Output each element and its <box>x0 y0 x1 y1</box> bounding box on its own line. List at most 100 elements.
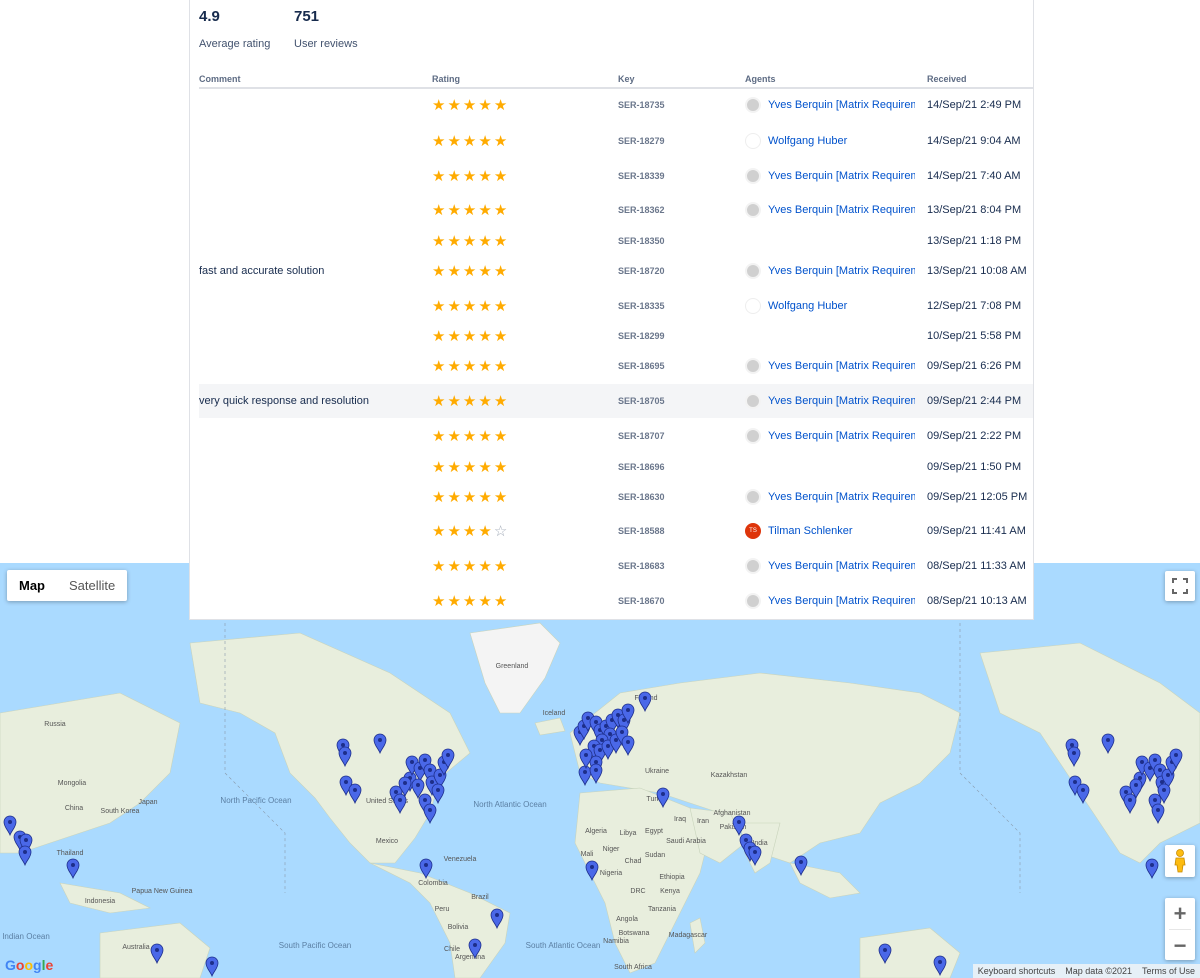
zoom-out-button[interactable]: − <box>1165 930 1195 961</box>
map-type-satellite-button[interactable]: Satellite <box>57 570 127 601</box>
table-row[interactable]: ★ ★ ★ ★ ★ SER-18299 10/Sep/21 5:58 PM <box>199 319 1033 353</box>
zoom-in-button[interactable]: + <box>1165 898 1195 929</box>
issue-key[interactable]: SER-18705 <box>618 396 665 406</box>
map-marker-dot <box>1174 753 1178 757</box>
received-date: 14/Sep/21 9:04 AM <box>927 135 1021 147</box>
table-row[interactable]: very quick response and resolution ★ ★ ★ ★ ★ S… <box>199 384 1033 418</box>
star-filled-icon: ★ <box>478 393 492 410</box>
table-row[interactable]: ★ ★ ★ ★ ★ SER-18630 Yves Berquin [Matrix Requi… <box>199 480 1033 514</box>
issue-key[interactable]: SER-18696 <box>618 462 665 472</box>
issue-key[interactable]: SER-18683 <box>618 561 665 571</box>
agent-link[interactable]: Yves Berquin [Matrix Requirements] <box>745 558 915 574</box>
star-filled-icon: ★ <box>493 428 508 445</box>
star-filled-icon: ★ <box>493 202 508 219</box>
table-row[interactable]: ★ ★ ★ ★ ★ SER-18279 Wolfgang Huber 14/Sep/21 9:… <box>199 124 1033 158</box>
user-reviews-value: 751 <box>294 8 320 25</box>
map-marker-dot <box>344 780 348 784</box>
table-row[interactable]: ★ ★ ★ ★ ★ SER-18683 Yves Berquin [Matrix Requi… <box>199 549 1033 583</box>
map-marker-dot <box>378 738 382 742</box>
table-row[interactable]: ★ ★ ★ ★ ★ SER-18735 Yves Berquin [Matrix Requi… <box>199 88 1033 122</box>
agent-link[interactable]: Yves Berquin [Matrix Requirements] <box>745 202 915 218</box>
fullscreen-button[interactable] <box>1165 571 1195 601</box>
star-filled-icon: ★ <box>432 428 446 445</box>
rating-stars: ★ ★ ★ ★ ★ <box>432 96 509 114</box>
agent-link[interactable]: Yves Berquin [Matrix Requirements] <box>745 97 915 113</box>
agent-link[interactable]: Yves Berquin [Matrix Requirements] <box>745 489 915 505</box>
world-map[interactable]: Greenland Iceland Finland Russia Mongoli… <box>0 563 1200 978</box>
keyboard-shortcuts-link[interactable]: Keyboard shortcuts <box>973 964 1061 978</box>
table-row[interactable]: ★ ★ ★ ★ ★ SER-18335 Wolfgang Huber 12/Sep/21 7:… <box>199 289 1033 323</box>
table-row[interactable]: ★ ★ ★ ★ ★ SER-18362 Yves Berquin [Matrix Requi… <box>199 193 1033 227</box>
star-filled-icon: ★ <box>478 459 492 476</box>
pegman-button[interactable] <box>1165 845 1195 877</box>
map-marker-dot <box>1166 773 1170 777</box>
agent-link[interactable]: Yves Berquin [Matrix Requirements] <box>745 263 915 279</box>
map-marker-dot <box>1124 790 1128 794</box>
issue-key[interactable]: SER-18350 <box>618 236 665 246</box>
header-agents[interactable]: Agents <box>745 74 776 84</box>
map-marker-dot <box>23 850 27 854</box>
star-filled-icon: ★ <box>462 358 477 375</box>
map-marker-dot <box>403 781 407 785</box>
issue-key[interactable]: SER-18735 <box>618 100 665 110</box>
map-marker-dot <box>398 798 402 802</box>
map-marker-icon[interactable] <box>1145 858 1159 880</box>
google-logo[interactable]: Google <box>5 957 53 973</box>
agent-link[interactable]: TS Tilman Schlenker <box>745 523 915 539</box>
issue-key[interactable]: SER-18335 <box>618 301 665 311</box>
issue-key[interactable]: SER-18720 <box>618 266 665 276</box>
issue-key[interactable]: SER-18362 <box>618 205 665 215</box>
table-row[interactable]: ★ ★ ★ ★ ★ SER-18696 09/Sep/21 1:50 PM <box>199 450 1033 484</box>
issue-key[interactable]: SER-18339 <box>618 171 665 181</box>
agent-link[interactable]: Yves Berquin [Matrix Requirements] <box>745 168 915 184</box>
received-date: 09/Sep/21 2:44 PM <box>927 395 1022 407</box>
table-row[interactable]: fast and accurate solution ★ ★ ★ ★ ★ SER-18720… <box>199 254 1033 288</box>
table-row[interactable]: ★ ★ ★ ★ ★ SER-18695 Yves Berquin [Matrix Requi… <box>199 349 1033 383</box>
map-marker-dot <box>1106 738 1110 742</box>
rating-stars: ★ ★ ★ ★ ★ <box>432 297 509 315</box>
average-rating-value: 4.9 <box>199 8 220 25</box>
map-marker-icon[interactable] <box>578 765 592 787</box>
issue-key[interactable]: SER-18707 <box>618 431 665 441</box>
map-marker-icon[interactable] <box>205 956 219 978</box>
map-marker-icon[interactable] <box>66 858 80 880</box>
map-marker-dot <box>626 708 630 712</box>
map-marker-dot <box>753 850 757 854</box>
map-marker-icon[interactable] <box>18 845 32 867</box>
agent-link[interactable]: Wolfgang Huber <box>745 133 915 149</box>
agent-link[interactable]: Yves Berquin [Matrix Requirements] <box>745 428 915 444</box>
table-row[interactable]: ★ ★ ★ ★ ★ SER-18339 Yves Berquin [Matrix Requi… <box>199 159 1033 193</box>
label-iraq: Iraq <box>674 816 686 823</box>
received-date: 14/Sep/21 2:49 PM <box>927 99 1022 111</box>
agent-name: Yves Berquin [Matrix Requirements] <box>768 99 915 111</box>
map-type-map-button[interactable]: Map <box>7 570 57 601</box>
agent-link[interactable]: Wolfgang Huber <box>745 298 915 314</box>
table-row[interactable]: ★ ★ ★ ★ ☆ SER-18588 TS Tilman Schlenker 09/Sep/2… <box>199 514 1033 548</box>
label-greenland: Greenland <box>496 663 529 670</box>
table-row[interactable]: ★ ★ ★ ★ ★ SER-18707 Yves Berquin [Matrix Requi… <box>199 419 1033 453</box>
header-comment[interactable]: Comment <box>199 74 241 84</box>
table-row[interactable]: ★ ★ ★ ★ ★ SER-18350 13/Sep/21 1:18 PM <box>199 224 1033 258</box>
star-filled-icon: ★ <box>493 358 508 375</box>
issue-key[interactable]: SER-18299 <box>618 331 665 341</box>
issue-key[interactable]: SER-18279 <box>618 136 665 146</box>
header-key[interactable]: Key <box>618 74 635 84</box>
issue-key[interactable]: SER-18630 <box>618 492 665 502</box>
label-south-korea: South Korea <box>101 808 140 815</box>
agent-link[interactable]: Yves Berquin [Matrix Requirements] <box>745 358 915 374</box>
header-rating[interactable]: Rating <box>432 74 460 84</box>
map-marker-dot <box>341 743 345 747</box>
avatar <box>745 489 761 505</box>
issue-key[interactable]: SER-18695 <box>618 361 665 371</box>
agent-link[interactable]: Yves Berquin [Matrix Requirements] <box>745 593 915 609</box>
agent-link[interactable]: Yves Berquin [Matrix Requirements] <box>745 393 915 409</box>
map-marker-dot <box>626 740 630 744</box>
issue-key[interactable]: SER-18588 <box>618 526 665 536</box>
table-row[interactable]: ★ ★ ★ ★ ★ SER-18670 Yves Berquin [Matrix Requi… <box>199 584 1033 618</box>
issue-key[interactable]: SER-18670 <box>618 596 665 606</box>
map-marker-dot <box>428 808 432 812</box>
header-received[interactable]: Received <box>927 74 967 84</box>
map-canvas[interactable]: Greenland Iceland Finland Russia Mongoli… <box>0 563 1200 978</box>
map-marker-dot <box>584 753 588 757</box>
terms-of-use-link[interactable]: Terms of Use <box>1137 964 1200 978</box>
